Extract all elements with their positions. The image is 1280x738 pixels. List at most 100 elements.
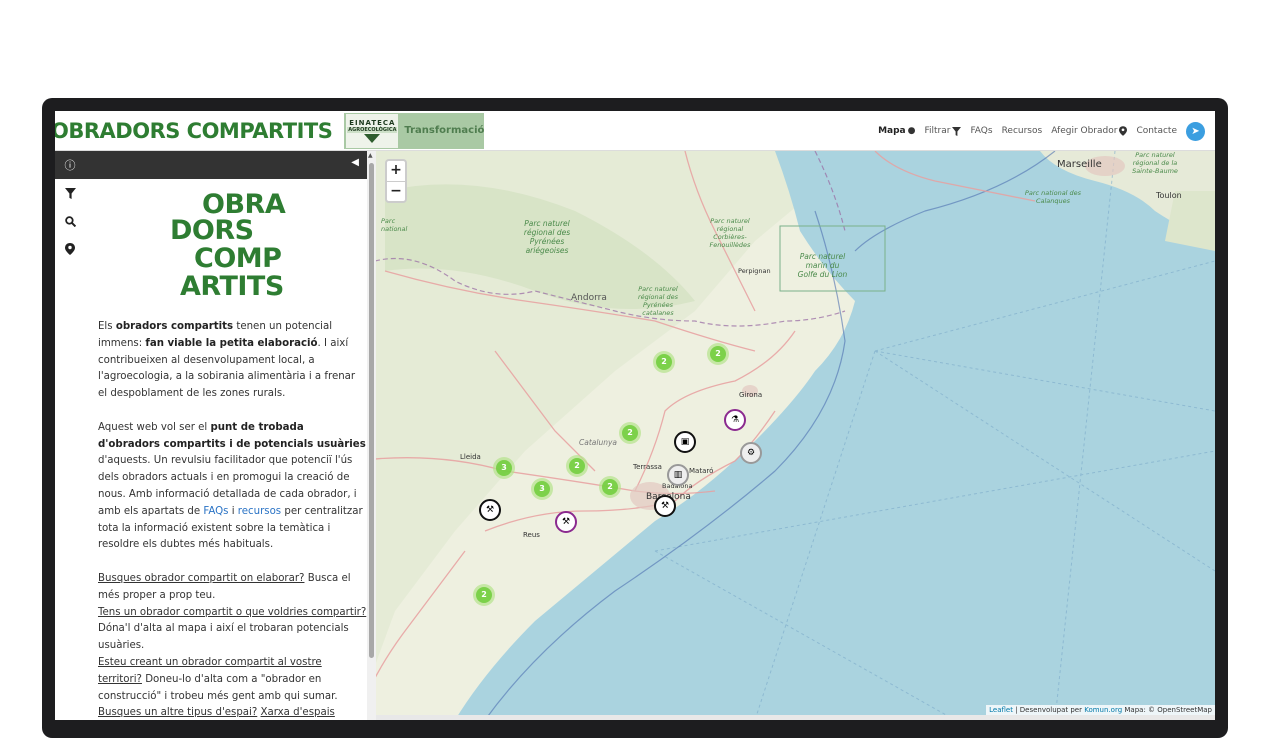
xarxa-espais-link[interactable]: Xarxa d'espais [261, 707, 335, 718]
map-label-toulon: Toulon [1156, 191, 1182, 200]
workshop-icon: ▥ [673, 470, 683, 480]
tab-info[interactable]: ⓘ [55, 151, 85, 179]
map-cluster-count: 2 [622, 425, 638, 441]
question-item: Tens un obrador compartit o que voldries… [98, 606, 367, 652]
map-attribution: Leaflet | Desenvolupat per Komun.org Map… [986, 705, 1215, 715]
attribution-dev: | Desenvolupat per [1012, 706, 1085, 714]
map-cluster[interactable]: 2 [473, 584, 495, 606]
map-cluster-count: 3 [534, 481, 550, 497]
sidebar-pane-header: ◀ [85, 151, 367, 179]
recursos-link[interactable]: recursos [238, 506, 281, 517]
map-marker[interactable]: ⚒ [654, 495, 676, 517]
leaflet-link[interactable]: Leaflet [989, 706, 1013, 714]
map-label-perpignan: Perpignan [738, 267, 771, 275]
map-cluster[interactable]: 3 [493, 457, 515, 479]
map-label-lleida: Lleida [460, 453, 481, 461]
sidebar: ⓘ ◀ OBRA DORS COMP ARTITS Els obradors c… [55, 151, 376, 720]
map-marker[interactable]: ⚗ [724, 409, 746, 431]
sidebar-info-pane: OBRA DORS COMP ARTITS Els obradors compa… [85, 179, 367, 720]
map-label-marseille: Marseille [1057, 159, 1102, 170]
map-cluster[interactable]: 2 [566, 455, 588, 477]
map-cluster-count: 2 [656, 354, 672, 370]
faqs-link[interactable]: FAQs [203, 506, 228, 517]
zoom-in-button[interactable]: + [387, 161, 405, 181]
map-label-catalunya: Catalunya [579, 438, 617, 447]
question-link[interactable]: Busques obrador compartit on elaborar? [98, 573, 304, 584]
attribution-osm: Mapa: © OpenStreetMap [1122, 706, 1212, 714]
map-label-mataro: Mataró [689, 467, 714, 475]
tab-location[interactable] [55, 235, 85, 263]
zoom-out-button[interactable]: − [387, 181, 405, 201]
filter-icon [952, 126, 962, 136]
einateca-logo: EINATECA AGROECOLÒGICA [346, 113, 399, 148]
question-link[interactable]: Tens un obrador compartit o que voldries… [98, 607, 366, 618]
map-label-corbieres: Parc naturel régional Corbières-Fenouill… [709, 217, 751, 249]
partner-text: Transformació [404, 125, 485, 136]
obradors-logo: OBRA DORS COMP ARTITS [168, 191, 308, 307]
nav-recursos[interactable]: Recursos [1002, 126, 1043, 136]
question-item: Busques obrador compartit on elaborar? B… [98, 572, 351, 601]
tab-search[interactable] [55, 207, 85, 235]
nav-contacte[interactable]: Contacte [1136, 126, 1177, 136]
map-cluster[interactable]: 3 [531, 478, 553, 500]
nav-filtrar[interactable]: Filtrar [924, 126, 962, 136]
map-marker[interactable]: ⚒ [555, 511, 577, 533]
map-cluster[interactable]: 2 [653, 351, 675, 373]
telegram-icon[interactable]: ➤ [1186, 121, 1205, 141]
komun-link[interactable]: Komun.org [1084, 706, 1122, 714]
intro-paragraph-1: Els obradors compartits tenen un potenci… [98, 321, 356, 400]
question-link[interactable]: Busques un altre tipus d'espai? [98, 707, 257, 718]
map-marker[interactable]: ▣ [674, 431, 696, 453]
map-cluster-count: 2 [710, 346, 726, 362]
logo-line: DORS [170, 215, 254, 246]
search-icon [64, 215, 76, 227]
map-label-catalanes: Parc naturel régional des Pyrénées catal… [637, 285, 679, 317]
app-screen: Marseille Toulon Parc naturel régional d… [55, 111, 1215, 720]
question-item: Esteu creant un obrador compartit al vos… [98, 656, 338, 702]
top-navbar: OBRADORS COMPARTITS EINATECA AGROECOLÒGI… [55, 111, 1215, 151]
map-label-parc-national: Parc national [381, 217, 408, 233]
workshop-icon: ⚒ [485, 505, 495, 515]
map-cluster[interactable]: 2 [599, 476, 621, 498]
workshop-icon: ▣ [680, 437, 690, 447]
map-marker[interactable]: ▥ [667, 464, 689, 486]
workshop-icon: ⚙ [746, 448, 756, 458]
logo-line: OBRA [202, 189, 286, 220]
map-cluster-count: 2 [569, 458, 585, 474]
map-label-calanques: Parc national des Calanques [1024, 189, 1082, 205]
scroll-up-icon[interactable]: ▲ [368, 152, 373, 159]
filter-icon [64, 187, 76, 199]
main-nav: Mapa ● Filtrar FAQs Recursos Afegir Obrad… [878, 111, 1205, 151]
map-label-andorra: Andorra [571, 293, 607, 303]
map-cluster-count: 2 [602, 479, 618, 495]
map-label-sainte-baume: Parc naturel régional de la Sainte-Baume [1132, 151, 1178, 175]
tab-filter[interactable] [55, 179, 85, 207]
question-item: Busques un altre tipus d'espai? Xarxa d'… [98, 705, 367, 720]
info-icon: ⓘ [64, 159, 76, 172]
map-label-pyrenees: Parc naturel régional des Pyrénées ariég… [523, 219, 571, 255]
workshop-icon: ⚒ [561, 517, 571, 527]
map-cluster-count: 3 [496, 460, 512, 476]
site-title[interactable]: OBRADORS COMPARTITS [55, 119, 333, 143]
intro-text: Els obradors compartits tenen un potenci… [98, 319, 367, 720]
scrollbar-thumb[interactable] [369, 163, 374, 658]
info-icon: ● [907, 126, 916, 136]
sidebar-scrollbar[interactable]: ▲ [367, 151, 376, 720]
map-label-golfe: Parc naturel marin du Golfe du Lion [797, 252, 848, 279]
map-cluster[interactable]: 2 [707, 343, 729, 365]
logo-line: COMP [194, 243, 282, 274]
nav-afegir-obrador[interactable]: Afegir Obrador [1051, 126, 1128, 136]
map-cluster[interactable]: 2 [619, 422, 641, 444]
map-label-girona: Girona [739, 391, 763, 399]
map-marker-icon [1119, 126, 1128, 136]
map-cluster-count: 2 [476, 587, 492, 603]
nav-faqs[interactable]: FAQs [970, 126, 992, 136]
nav-mapa[interactable]: Mapa ● [878, 126, 915, 136]
intro-paragraph-2: Aquest web vol ser el punt de trobada d'… [98, 421, 366, 551]
chevron-left-icon[interactable]: ◀ [351, 157, 359, 168]
workshop-icon: ⚗ [730, 415, 740, 425]
partner-banner[interactable]: EINATECA AGROECOLÒGICA Transformació [344, 112, 485, 149]
map-marker[interactable]: ⚙ [740, 442, 762, 464]
sidebar-tabs: ⓘ [55, 151, 85, 720]
map-marker[interactable]: ⚒ [479, 499, 501, 521]
